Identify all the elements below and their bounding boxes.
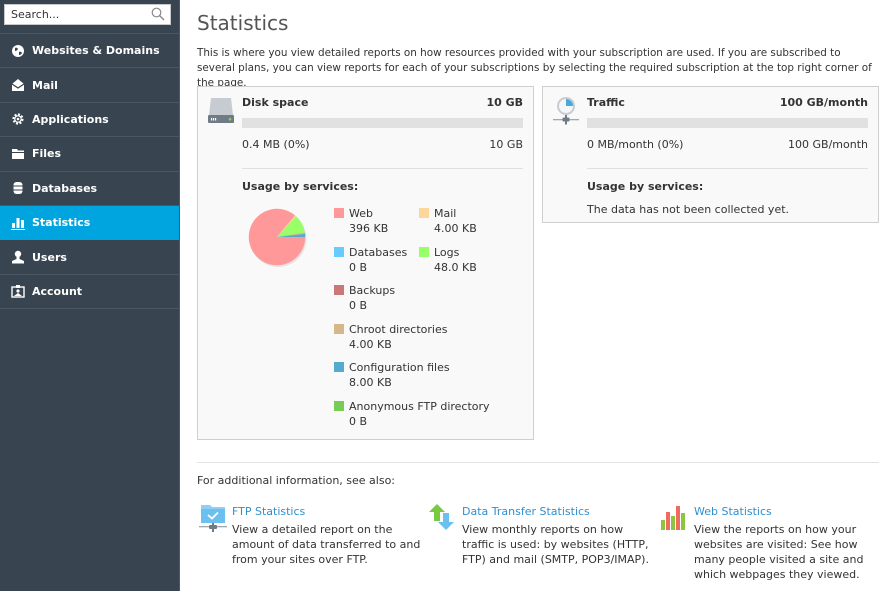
globe-icon	[11, 44, 25, 58]
sidebar-item-files[interactable]: Files	[0, 137, 179, 172]
divider	[587, 168, 868, 169]
legend-value: 4.00 KB	[349, 338, 392, 351]
bar-chart-icon	[11, 216, 25, 230]
legend-value: 0 B	[349, 261, 368, 274]
legend-swatch	[419, 208, 429, 218]
envelope-icon	[11, 78, 25, 92]
section-divider	[197, 462, 879, 463]
web-statistics-description: View the reports on how your websites ar…	[694, 523, 864, 581]
legend-swatch	[419, 247, 429, 257]
sidebar-nav: Websites & Domains Mail Applications Fil…	[0, 33, 179, 310]
legend-swatch	[334, 362, 344, 372]
ftp-statistics-description: View a detailed report on the amount of …	[232, 523, 421, 566]
sidebar-item-label: Account	[32, 284, 83, 298]
sidebar-item-label: Websites & Domains	[32, 44, 160, 58]
page-description: This is where you view detailed reports …	[197, 47, 872, 89]
legend-swatch	[334, 285, 344, 295]
legend-swatch	[334, 324, 344, 334]
legend-item-anonymous-ftp-directory: Anonymous FTP directory 0 B	[334, 399, 490, 429]
sidebar-item-applications[interactable]: Applications	[0, 103, 179, 138]
legend-item-mail: Mail 4.00 KB	[419, 206, 477, 236]
hard-drive-icon	[208, 98, 234, 123]
sidebar-item-websites-domains[interactable]: Websites & Domains	[0, 34, 179, 69]
sidebar-item-account[interactable]: Account	[0, 275, 179, 310]
legend-value: 8.00 KB	[349, 376, 392, 389]
sidebar-item-statistics[interactable]: Statistics	[0, 205, 179, 241]
sidebar-item-label: Files	[32, 147, 62, 161]
disk-space-panel: Disk space 10 GB 0.4 MB (0%) 10 GB Usage…	[197, 86, 534, 440]
sidebar-item-label: Applications	[32, 112, 109, 126]
legend-label: Configuration files	[349, 361, 450, 374]
no-data-message: The data has not been collected yet.	[587, 203, 790, 216]
legend-item-logs: Logs 48.0 KB	[419, 245, 477, 275]
legend-item-configuration-files: Configuration files 8.00 KB	[334, 360, 450, 390]
legend-value: 396 KB	[349, 222, 389, 235]
disk-space-title: Disk space	[242, 96, 309, 109]
traffic-clock-icon	[553, 97, 579, 125]
disk-total: 10 GB	[489, 138, 523, 151]
legend-value: 48.0 KB	[434, 261, 477, 274]
legend-item-web: Web 396 KB	[334, 206, 388, 236]
legend-label: Chroot directories	[349, 323, 448, 336]
see-also-heading: For additional information, see also:	[197, 474, 396, 487]
disk-space-limit: 10 GB	[486, 96, 523, 109]
traffic-total: 100 GB/month	[788, 138, 868, 151]
sidebar: Websites & Domains Mail Applications Fil…	[0, 0, 180, 591]
folder-icon	[11, 147, 25, 161]
sidebar-item-label: Statistics	[32, 216, 91, 230]
usage-pie-chart	[248, 208, 307, 267]
usage-by-services-title: Usage by services:	[587, 180, 704, 193]
web-stats-bars-icon	[661, 506, 685, 530]
web-statistics-link[interactable]: Web Statistics	[694, 505, 772, 518]
account-card-icon	[11, 284, 25, 299]
sidebar-item-label: Users	[32, 250, 67, 264]
usage-by-services-title: Usage by services:	[242, 180, 359, 193]
ftp-statistics-link[interactable]: FTP Statistics	[232, 505, 305, 518]
legend-swatch	[334, 247, 344, 257]
traffic-panel: Traffic 100 GB/month 0 MB/month (0%) 100…	[542, 86, 879, 223]
legend-value: 0 B	[349, 415, 368, 428]
ftp-folder-icon	[199, 505, 227, 532]
legend-item-databases: Databases 0 B	[334, 245, 407, 275]
disk-usage-bar	[242, 118, 523, 128]
legend-item-backups: Backups 0 B	[334, 283, 395, 313]
page-title: Statistics	[197, 11, 289, 35]
transfer-arrows-icon	[429, 504, 454, 530]
database-icon	[11, 181, 25, 195]
legend-swatch	[334, 401, 344, 411]
legend-label: Databases	[349, 246, 408, 259]
user-icon	[11, 250, 25, 264]
legend-value: 0 B	[349, 299, 368, 312]
disk-used: 0.4 MB (0%)	[242, 138, 310, 151]
sidebar-item-users[interactable]: Users	[0, 240, 179, 275]
sidebar-item-mail[interactable]: Mail	[0, 68, 179, 103]
sidebar-item-databases[interactable]: Databases	[0, 172, 179, 206]
traffic-used: 0 MB/month (0%)	[587, 138, 684, 151]
legend-value: 4.00 KB	[434, 222, 477, 235]
traffic-title: Traffic	[587, 96, 625, 109]
divider	[242, 168, 523, 169]
sidebar-item-label: Mail	[32, 78, 58, 92]
gear-icon	[11, 112, 25, 126]
search-icon[interactable]	[151, 7, 165, 21]
data-transfer-statistics-link[interactable]: Data Transfer Statistics	[462, 505, 590, 518]
sidebar-item-label: Databases	[32, 181, 98, 195]
legend-label: Anonymous FTP directory	[349, 400, 490, 413]
data-transfer-statistics-description: View monthly reports on how traffic is u…	[462, 523, 649, 566]
search-input[interactable]	[5, 5, 145, 24]
search-box	[4, 4, 171, 25]
legend-item-chroot-directories: Chroot directories 4.00 KB	[334, 322, 447, 352]
traffic-limit: 100 GB/month	[779, 96, 868, 109]
legend-swatch	[334, 208, 344, 218]
traffic-usage-bar	[587, 118, 868, 128]
